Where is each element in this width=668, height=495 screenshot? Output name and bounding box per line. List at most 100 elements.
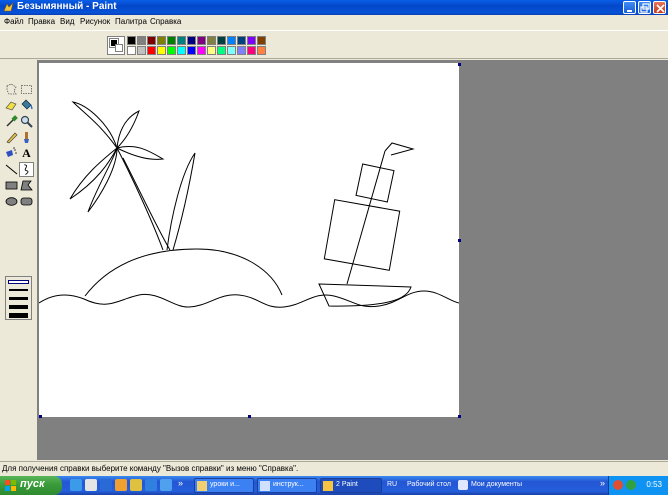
line-icon[interactable] — [4, 162, 19, 177]
drawing-canvas[interactable] — [38, 63, 461, 418]
folder-icon — [197, 481, 207, 491]
resize-handle-bottom[interactable] — [248, 415, 251, 418]
palette-swatch-top-4[interactable] — [167, 36, 176, 45]
palette-swatch-top-10[interactable] — [227, 36, 236, 45]
line-width-3[interactable] — [9, 297, 28, 300]
task-lessons[interactable]: уроки и... — [194, 478, 254, 493]
palette-swatch-top-13[interactable] — [257, 36, 266, 45]
tray-more[interactable]: » — [600, 478, 605, 488]
resize-handle-right[interactable] — [458, 239, 461, 242]
palette-swatch-bottom-6[interactable] — [187, 46, 196, 55]
color-picker-icon[interactable] — [4, 114, 19, 129]
palette-swatch-bottom-2[interactable] — [147, 46, 156, 55]
text-tool[interactable]: A — [19, 146, 34, 161]
tray-icon-1[interactable] — [613, 480, 623, 490]
app-quicklaunch-icon-3[interactable] — [145, 479, 157, 491]
title-bar[interactable]: Безымянный - Paint — [0, 0, 668, 15]
palette-swatch-top-9[interactable] — [217, 36, 226, 45]
palette-swatch-bottom-3[interactable] — [157, 46, 166, 55]
restore-icon — [640, 3, 650, 13]
palette-swatch-top-11[interactable] — [237, 36, 246, 45]
current-colors-indicator[interactable] — [107, 36, 125, 55]
island — [84, 248, 283, 297]
palm-leaf-4 — [69, 147, 118, 200]
windows-logo-icon — [5, 480, 16, 491]
media-quicklaunch-icon[interactable] — [85, 479, 97, 491]
rectangle-icon[interactable] — [4, 178, 19, 193]
line-width-5[interactable] — [9, 313, 28, 318]
curve-icon[interactable] — [19, 162, 34, 177]
desktop-toolbar-label[interactable]: Рабочий стол — [407, 481, 451, 488]
my-documents-link[interactable]: Мои документы — [471, 481, 522, 488]
magnifier-icon[interactable] — [19, 114, 34, 129]
menu-image[interactable]: Рисунок — [80, 17, 110, 26]
app-quicklaunch-icon-4[interactable] — [160, 479, 172, 491]
minimize-button[interactable] — [623, 1, 636, 14]
menu-help[interactable]: Справка — [150, 17, 181, 26]
task-instructions[interactable]: инструк... — [257, 478, 317, 493]
palette-swatch-bottom-9[interactable] — [217, 46, 226, 55]
background-color — [115, 44, 123, 52]
app-quicklaunch-icon-2[interactable] — [130, 479, 142, 491]
rounded-rectangle-icon[interactable] — [19, 194, 34, 209]
palette-swatch-bottom-0[interactable] — [127, 46, 136, 55]
eraser-icon[interactable] — [4, 98, 19, 113]
canvas-drawing — [38, 101, 460, 308]
palette-swatch-top-6[interactable] — [187, 36, 196, 45]
palette-swatch-top-12[interactable] — [247, 36, 256, 45]
palm-leaf-1 — [71, 101, 118, 149]
palette-swatch-top-7[interactable] — [197, 36, 206, 45]
palette-swatch-bottom-13[interactable] — [257, 46, 266, 55]
palette-swatch-bottom-1[interactable] — [137, 46, 146, 55]
resize-handle-bottom-right[interactable] — [458, 415, 461, 418]
palette-swatch-bottom-5[interactable] — [177, 46, 186, 55]
palette-swatch-top-2[interactable] — [147, 36, 156, 45]
resize-handle-bottom-left[interactable] — [39, 415, 42, 418]
status-bar: Для получения справки выберите команду "… — [0, 461, 668, 476]
tray-icon-2[interactable] — [626, 480, 636, 490]
polygon-icon[interactable] — [19, 178, 34, 193]
menu-colors[interactable]: Палитра — [115, 17, 147, 26]
palette-swatch-bottom-4[interactable] — [167, 46, 176, 55]
menu-edit[interactable]: Правка — [28, 17, 55, 26]
ie-quicklaunch-icon[interactable] — [70, 479, 82, 491]
palette-swatch-bottom-12[interactable] — [247, 46, 256, 55]
palette-swatch-top-8[interactable] — [207, 36, 216, 45]
menu-file[interactable]: Файл — [4, 17, 24, 26]
airbrush-icon[interactable] — [4, 146, 19, 161]
palette-swatch-bottom-11[interactable] — [237, 46, 246, 55]
rect-select-icon[interactable] — [19, 82, 34, 97]
close-button[interactable] — [653, 1, 666, 14]
resize-handle-top-right[interactable] — [458, 63, 461, 66]
palette-swatch-top-3[interactable] — [157, 36, 166, 45]
menu-view[interactable]: Вид — [60, 17, 74, 26]
line-width-1[interactable] — [8, 280, 29, 284]
palm-leaf-2 — [116, 109, 140, 149]
ellipse-icon[interactable] — [4, 194, 19, 209]
app-quicklaunch-icon-1[interactable] — [115, 479, 127, 491]
line-width-selector[interactable] — [5, 276, 32, 320]
toolbox: A — [0, 62, 37, 460]
task-paint[interactable]: 2 Paint — [320, 478, 382, 493]
fill-bucket-icon[interactable] — [19, 98, 34, 113]
palette-swatch-top-1[interactable] — [137, 36, 146, 45]
palette-swatch-top-5[interactable] — [177, 36, 186, 45]
quicklaunch-more[interactable]: » — [178, 478, 183, 488]
free-select-icon[interactable] — [4, 82, 19, 97]
taskbar: пуск » уроки и... инструк... 2 Paint RU … — [0, 476, 668, 495]
desktop-quicklaunch-icon[interactable] — [100, 479, 112, 491]
palette-swatch-bottom-7[interactable] — [197, 46, 206, 55]
maximize-button[interactable] — [638, 1, 651, 14]
language-indicator[interactable]: RU — [387, 481, 397, 488]
palette-swatch-bottom-8[interactable] — [207, 46, 216, 55]
boat-sail-lower — [323, 199, 401, 271]
clock: 0:53 — [646, 480, 662, 489]
line-width-2[interactable] — [9, 289, 28, 291]
line-width-4[interactable] — [9, 305, 28, 309]
document-icon — [260, 481, 270, 491]
palette-swatch-top-0[interactable] — [127, 36, 136, 45]
start-button[interactable]: пуск — [0, 476, 62, 495]
pencil-icon[interactable] — [4, 130, 19, 145]
palette-swatch-bottom-10[interactable] — [227, 46, 236, 55]
brush-icon[interactable] — [19, 130, 34, 145]
